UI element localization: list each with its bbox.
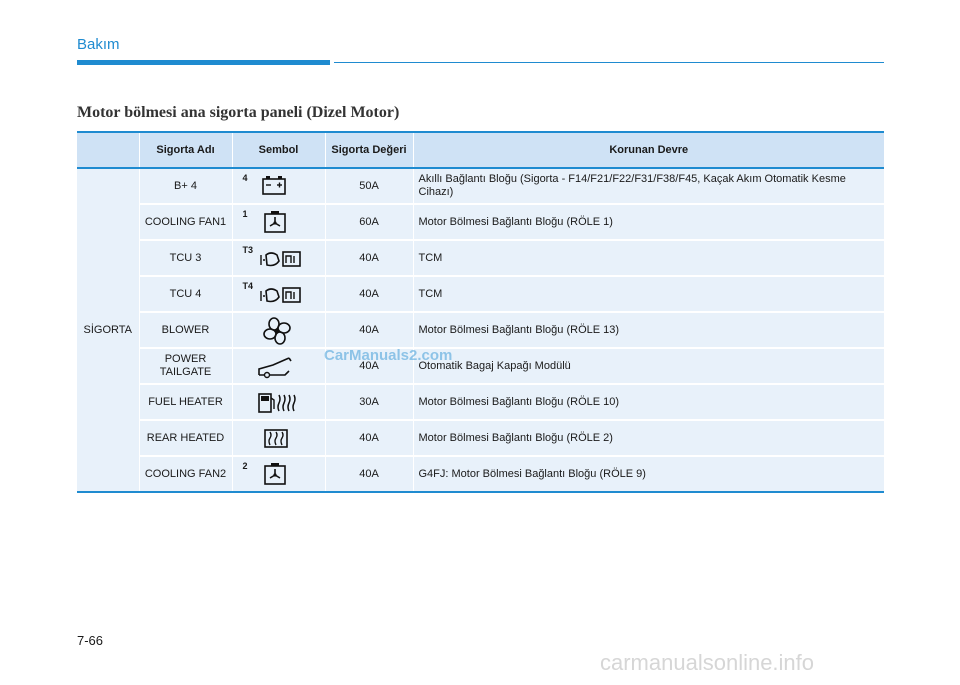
table-row: COOLING FAN1 1 60A Motor Bölmesi Bağlant… (77, 204, 884, 241)
protected-circuit: Motor Bölmesi Bağlantı Bloğu (RÖLE 2) (412, 420, 884, 457)
fuse-value: 60A (324, 204, 413, 241)
symbol-cell: 2 (231, 456, 325, 493)
column-header-protected-circuit: Korunan Devre (412, 131, 884, 169)
page-title: Motor bölmesi ana sigorta paneli (Dizel … (77, 104, 400, 121)
fuse-name: COOLING FAN1 (138, 204, 232, 241)
battery-icon (261, 176, 286, 195)
symbol-cell: T4 (231, 276, 325, 313)
symbol-cell: T3 (231, 240, 325, 277)
protected-circuit: TCM (412, 240, 884, 277)
protected-circuit: Akıllı Bağlantı Bloğu (Sigorta - F14/F21… (412, 168, 884, 205)
fuse-value: 40A (324, 276, 413, 313)
cooling-fan-icon (263, 211, 286, 233)
fuse-value: 40A (324, 456, 413, 493)
cooling-fan-icon (263, 463, 286, 485)
page-number: 7-66 (77, 633, 104, 648)
header-rule-thick (77, 60, 330, 65)
column-header-category (77, 131, 139, 169)
fuse-value: 40A (324, 312, 413, 349)
fuse-value: 40A (324, 240, 413, 277)
transmission-control-icon (259, 287, 301, 303)
symbol-cell (231, 348, 325, 385)
fuse-table: Sigorta Adı Sembol Sigorta Değeri Koruna… (77, 131, 884, 493)
footer-watermark: carmanualsonline.info (600, 650, 815, 675)
protected-circuit: Motor Bölmesi Bağlantı Bloğu (RÖLE 1) (412, 204, 884, 241)
rear-defroster-icon (263, 429, 288, 448)
fuse-name: FUEL HEATER (138, 384, 232, 421)
blower-fan-icon (262, 317, 291, 345)
symbol-cell: 4 (231, 168, 325, 205)
protected-circuit: G4FJ: Motor Bölmesi Bağlantı Bloğu (RÖLE… (412, 456, 884, 493)
symbol-cell (231, 312, 325, 349)
table-header-row: Sigorta Adı Sembol Sigorta Değeri Koruna… (77, 131, 884, 169)
fuse-name: COOLING FAN2 (138, 456, 232, 493)
power-tailgate-icon (257, 357, 292, 379)
table-row: TCU 3 T3 40A TCM (77, 240, 884, 277)
fuse-name: BLOWER (138, 312, 232, 349)
table-row: POWER TAILGATE 40A Otomatik Bagaj Kapağı… (77, 348, 884, 385)
section-label: Bakım (77, 36, 120, 53)
protected-circuit: Otomatik Bagaj Kapağı Modülü (412, 348, 884, 385)
protected-circuit: Motor Bölmesi Bağlantı Bloğu (RÖLE 10) (412, 384, 884, 421)
protected-circuit: Motor Bölmesi Bağlantı Bloğu (RÖLE 13) (412, 312, 884, 349)
table-row: REAR HEATED 40A Motor Bölmesi Bağlantı B… (77, 420, 884, 457)
table-row: BLOWER 40A Motor Bölmesi Bağlantı Bloğu … (77, 312, 884, 349)
fuse-name: B+ 4 (138, 168, 232, 205)
column-header-symbol: Sembol (231, 131, 325, 169)
fuse-name: POWER TAILGATE (138, 348, 232, 385)
fuse-heater-icon (257, 393, 296, 413)
table-row: SİGORTA B+ 4 4 50A Akıllı Bağlantı Bloğu… (77, 168, 884, 493)
fuse-name: TCU 3 (138, 240, 232, 277)
table-row: FUEL HEATER 30A Motor Bölmesi Bağlantı B… (77, 384, 884, 421)
fuse-value: 40A (324, 420, 413, 457)
symbol-cell (231, 384, 325, 421)
column-header-fuse-name: Sigorta Adı (138, 131, 232, 169)
fuse-name: TCU 4 (138, 276, 232, 313)
watermark: CarManuals2.com (324, 347, 453, 364)
fuse-name: REAR HEATED (138, 420, 232, 457)
protected-circuit: TCM (412, 276, 884, 313)
table-row: COOLING FAN2 2 40A G4FJ: Motor Bölmesi B… (77, 456, 884, 493)
symbol-cell (231, 420, 325, 457)
table-row: TCU 4 T4 40A TCM (77, 276, 884, 313)
fuse-value: 30A (324, 384, 413, 421)
header-rule-thin (334, 62, 884, 63)
symbol-cell: 1 (231, 204, 325, 241)
category-cell: SİGORTA (77, 168, 139, 493)
transmission-control-icon (259, 251, 301, 267)
column-header-fuse-value: Sigorta Değeri (324, 131, 413, 169)
fuse-value: 50A (324, 168, 413, 205)
